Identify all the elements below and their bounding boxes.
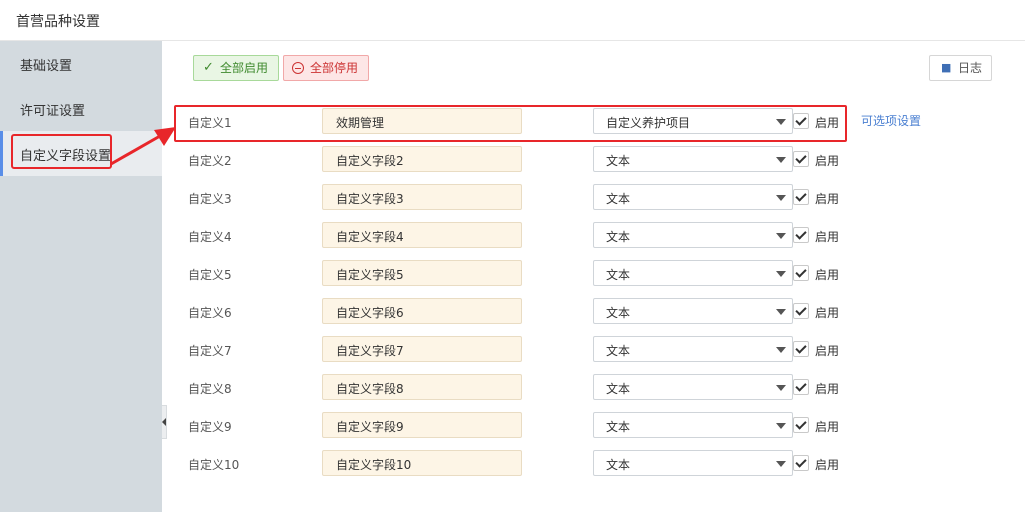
field-name-value: 自定义字段6 [336,306,404,320]
field-name-value: 自定义字段5 [336,268,404,282]
caret-down-icon [776,309,786,315]
enable-checkbox[interactable] [793,265,809,281]
disable-all-button[interactable]: 全部停用 [283,55,369,81]
field-type-select[interactable]: 文本 [593,146,793,172]
field-type-value: 文本 [606,192,631,206]
field-type-select[interactable]: 文本 [593,336,793,362]
field-type-value: 文本 [606,458,631,472]
book-icon: ■ [941,61,952,74]
field-name-input[interactable]: 自定义字段9 [322,412,522,438]
enable-checkbox-label: 启用 [815,420,840,434]
field-name-input[interactable]: 自定义字段3 [322,184,522,210]
caret-down-icon [776,271,786,277]
field-name-value: 自定义字段4 [336,230,404,244]
page-title: 首营品种设置 [16,14,100,30]
enable-checkbox[interactable] [793,417,809,433]
enable-checkbox[interactable] [793,379,809,395]
row-label: 自定义4 [188,230,232,244]
field-name-input[interactable]: 自定义字段5 [322,260,522,286]
enable-checkbox-label: 启用 [815,382,840,396]
caret-down-icon [776,385,786,391]
enable-checkbox[interactable] [793,227,809,243]
enable-checkbox-label: 启用 [815,306,840,320]
field-type-select[interactable]: 文本 [593,374,793,400]
enable-all-label: 全部启用 [220,61,269,75]
field-name-value: 自定义字段7 [336,344,404,358]
annotation-highlight-sidebar [11,134,112,169]
enable-checkbox[interactable] [793,151,809,167]
enable-checkbox-label: 启用 [815,268,840,282]
field-name-input[interactable]: 自定义字段6 [322,298,522,324]
row-label: 自定义9 [188,420,232,434]
row-label: 自定义10 [188,458,240,472]
caret-down-icon [776,423,786,429]
field-name-input[interactable]: 自定义字段4 [322,222,522,248]
field-type-select[interactable]: 文本 [593,260,793,286]
row-label: 自定义5 [188,268,232,282]
sidebar-item-label: 基础设置 [20,59,73,74]
field-type-select[interactable]: 文本 [593,450,793,476]
caret-down-icon [776,157,786,163]
annotation-arrow [110,127,176,166]
sidebar-item-label: 许可证设置 [20,104,86,119]
sidebar-item-basic[interactable]: 基础设置 [0,41,162,86]
log-label: 日志 [958,61,983,75]
annotation-highlight-row [174,105,847,142]
caret-down-icon [776,233,786,239]
field-name-value: 自定义字段10 [336,458,412,472]
log-button[interactable]: ■ 日志 [929,55,992,81]
field-name-input[interactable]: 自定义字段8 [322,374,522,400]
field-type-value: 文本 [606,154,631,168]
enable-checkbox[interactable] [793,455,809,471]
field-type-value: 文本 [606,306,631,320]
field-name-input[interactable]: 自定义字段10 [322,450,522,476]
caret-down-icon [776,461,786,467]
field-type-value: 文本 [606,420,631,434]
enable-checkbox-label: 启用 [815,154,840,168]
field-name-input[interactable]: 自定义字段7 [322,336,522,362]
caret-down-icon [776,347,786,353]
field-type-select[interactable]: 文本 [593,298,793,324]
field-type-select[interactable]: 文本 [593,412,793,438]
field-type-select[interactable]: 文本 [593,184,793,210]
minus-circle-icon [292,62,304,74]
field-type-value: 文本 [606,344,631,358]
enable-all-button[interactable]: ✓ 全部启用 [193,55,279,81]
check-icon: ✓ [203,60,214,75]
row-label: 自定义6 [188,306,232,320]
enable-checkbox[interactable] [793,189,809,205]
field-name-value: 自定义字段3 [336,192,404,206]
enable-checkbox-label: 启用 [815,192,840,206]
disable-all-label: 全部停用 [310,61,359,75]
field-type-value: 文本 [606,382,631,396]
row-label: 自定义7 [188,344,232,358]
row-label: 自定义8 [188,382,232,396]
enable-checkbox-label: 启用 [815,458,840,472]
field-type-value: 文本 [606,230,631,244]
enable-checkbox[interactable] [793,303,809,319]
field-name-value: 自定义字段9 [336,420,404,434]
enable-checkbox[interactable] [793,341,809,357]
enable-checkbox-label: 启用 [815,344,840,358]
field-name-value: 自定义字段8 [336,382,404,396]
field-type-select[interactable]: 文本 [593,222,793,248]
row-label: 自定义2 [188,154,232,168]
row-label: 自定义3 [188,192,232,206]
enable-checkbox-label: 启用 [815,230,840,244]
field-name-input[interactable]: 自定义字段2 [322,146,522,172]
field-type-value: 文本 [606,268,631,282]
field-name-value: 自定义字段2 [336,154,404,168]
caret-down-icon [776,195,786,201]
sidebar: 基础设置 许可证设置 自定义字段设置 [0,41,162,512]
title-bar: 首营品种设置 [0,0,1025,41]
option-settings-link[interactable]: 可选项设置 [861,112,921,129]
